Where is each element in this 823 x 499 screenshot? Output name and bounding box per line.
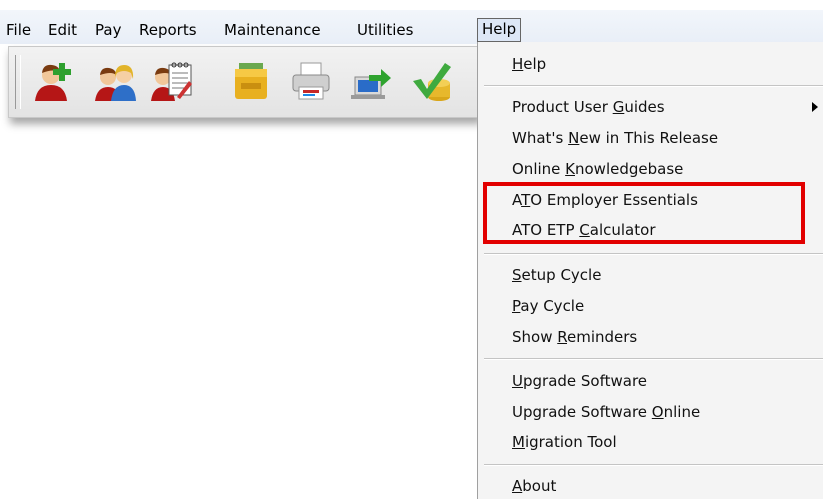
menu-item-pay-cycle[interactable]: Pay Cycle (512, 296, 584, 316)
menu-item-help[interactable]: Help (512, 54, 546, 74)
menu-utilities[interactable]: Utilities (357, 20, 413, 40)
timesheet-icon[interactable] (149, 59, 193, 103)
add-employee-icon[interactable] (31, 59, 75, 103)
menu-reports[interactable]: Reports (139, 20, 197, 40)
menu-separator (484, 85, 823, 87)
menu-separator (484, 358, 823, 360)
help-dropdown-menu: Help Product User Guides What's New in T… (477, 42, 823, 499)
toolbar-grip[interactable] (15, 55, 21, 109)
menu-item-about[interactable]: About (512, 476, 556, 496)
menu-separator (484, 464, 823, 466)
export-icon[interactable] (349, 59, 393, 103)
checkmark-coins-icon[interactable] (409, 59, 453, 103)
menu-edit[interactable]: Edit (48, 20, 77, 40)
menu-item-upgrade-software[interactable]: Upgrade Software (512, 371, 647, 391)
menu-maintenance[interactable]: Maintenance (224, 20, 321, 40)
menu-help[interactable]: Help (477, 18, 522, 42)
toolbar (8, 46, 480, 118)
menu-item-upgrade-software-online[interactable]: Upgrade Software Online (512, 402, 700, 422)
menu-pay[interactable]: Pay (95, 20, 121, 40)
menu-item-product-user-guides[interactable]: Product User Guides (512, 97, 665, 117)
menu-file[interactable]: File (6, 20, 31, 40)
folder-icon[interactable] (229, 59, 273, 103)
red-highlight-box (483, 182, 805, 244)
menu-item-whats-new[interactable]: What's New in This Release (512, 128, 718, 148)
employees-icon[interactable] (93, 59, 137, 103)
printer-icon[interactable] (289, 59, 333, 103)
submenu-arrow-icon (812, 102, 818, 112)
menu-item-migration-tool[interactable]: Migration Tool (512, 432, 617, 452)
menu-item-setup-cycle[interactable]: Setup Cycle (512, 265, 601, 285)
menu-item-online-knowledgebase[interactable]: Online Knowledgebase (512, 159, 683, 179)
menu-bar: File Edit Pay Reports Maintenance Utilit… (0, 0, 823, 44)
menu-separator (484, 253, 823, 255)
menu-item-show-reminders[interactable]: Show Reminders (512, 327, 637, 347)
